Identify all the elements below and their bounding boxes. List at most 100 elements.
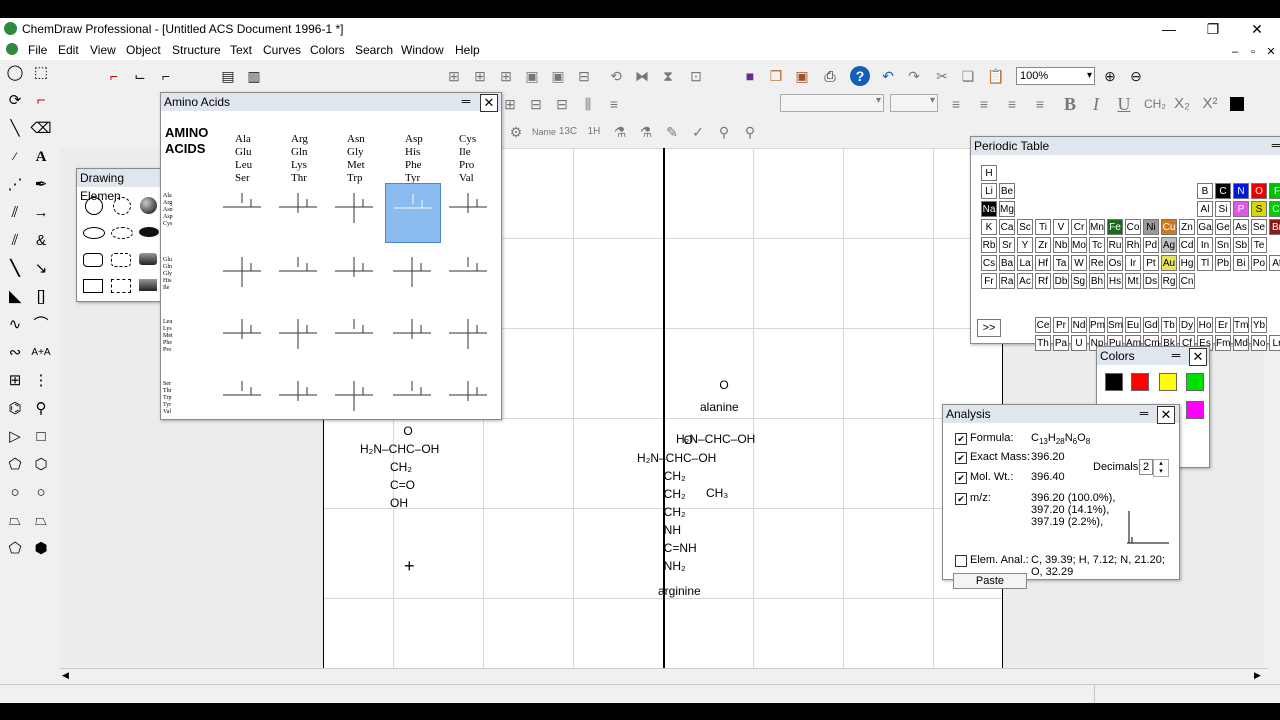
element-co[interactable]: Co bbox=[1125, 219, 1141, 235]
amino-acids-title[interactable]: Amino Acids bbox=[161, 93, 501, 111]
reaction-icon[interactable]: ⚗ bbox=[610, 122, 630, 142]
element-tm[interactable]: Tm bbox=[1233, 317, 1249, 333]
element-n[interactable]: N bbox=[1233, 183, 1249, 199]
element-cd[interactable]: Cd bbox=[1179, 237, 1195, 253]
element-cu[interactable]: Cu bbox=[1161, 219, 1177, 235]
element-ra[interactable]: Ra bbox=[999, 273, 1015, 289]
print-icon[interactable]: ⎙ bbox=[820, 66, 840, 86]
panel-menu-icon[interactable]: ═ bbox=[1135, 406, 1153, 422]
arc-icon[interactable]: ⌒ bbox=[30, 314, 52, 336]
element-c[interactable]: C bbox=[1215, 183, 1231, 199]
element-db[interactable]: Db bbox=[1053, 273, 1069, 289]
bond-multiple-icon[interactable]: ⁄ bbox=[4, 146, 26, 168]
element-in[interactable]: In bbox=[1197, 237, 1213, 253]
shaded-rectangle-icon[interactable] bbox=[139, 279, 157, 291]
amino-acid-template-cell[interactable] bbox=[271, 247, 325, 305]
amino-acid-template-cell[interactable] bbox=[441, 309, 495, 367]
text-align-center-icon[interactable]: ≡ bbox=[974, 94, 994, 114]
template-chain2-icon[interactable]: ⌙ bbox=[130, 66, 150, 86]
table-icon[interactable]: ▥ bbox=[244, 66, 264, 86]
group-icon[interactable]: ▣ bbox=[522, 66, 542, 86]
save-icon[interactable]: ▣ bbox=[792, 66, 812, 86]
element-ge[interactable]: Ge bbox=[1215, 219, 1231, 235]
element-li[interactable]: Li bbox=[981, 183, 997, 199]
rectangle-shape-icon[interactable] bbox=[83, 279, 103, 293]
element-tl[interactable]: Tl bbox=[1197, 255, 1213, 271]
amino-acid-structure[interactable]: O H₂N–CHC–OH CH₂ C=O OH bbox=[360, 422, 439, 512]
element-sc[interactable]: Sc bbox=[1017, 219, 1033, 235]
zoom-out-icon[interactable]: ⊖ bbox=[1126, 66, 1146, 86]
menu-file[interactable]: File bbox=[28, 43, 47, 57]
distribute-icon[interactable]: ⊟ bbox=[526, 94, 546, 114]
menu-help[interactable]: Help bbox=[455, 43, 480, 57]
element-s[interactable]: S bbox=[1251, 201, 1267, 217]
square-icon[interactable]: □ bbox=[30, 426, 52, 448]
element-ru[interactable]: Ru bbox=[1107, 237, 1123, 253]
elem-anal-checkbox[interactable] bbox=[955, 555, 967, 567]
panel-menu-icon[interactable]: ═ bbox=[1267, 138, 1280, 154]
element-f[interactable]: F bbox=[1269, 183, 1280, 199]
element-cr[interactable]: Cr bbox=[1071, 219, 1087, 235]
element-be[interactable]: Be bbox=[999, 183, 1015, 199]
join-icon[interactable]: ⊟ bbox=[574, 66, 594, 86]
decimals-spinner[interactable]: ▴ ▾ bbox=[1153, 459, 1169, 477]
amino-acid-template-cell[interactable] bbox=[271, 371, 325, 429]
shaded-circle-icon[interactable] bbox=[140, 197, 157, 214]
rounded-rect-icon[interactable] bbox=[83, 253, 103, 267]
bond-tool-icon[interactable]: ╲ bbox=[4, 118, 26, 140]
element-pr[interactable]: Pr bbox=[1053, 317, 1069, 333]
element-pt[interactable]: Pt bbox=[1143, 255, 1159, 271]
ph-icon[interactable]: ⚲ bbox=[714, 122, 734, 142]
element-sg[interactable]: Sg bbox=[1071, 273, 1087, 289]
marquee-icon[interactable]: ⬚ bbox=[30, 62, 52, 84]
amino-acid-template-cell[interactable] bbox=[327, 371, 381, 429]
arginine-label[interactable]: arginine bbox=[658, 584, 701, 598]
doc-icon[interactable] bbox=[6, 43, 18, 55]
ellipse-shape-icon[interactable] bbox=[83, 227, 105, 239]
flip-horizontal-icon[interactable]: ⧓ bbox=[632, 66, 652, 86]
align-right-icon[interactable]: ⊞ bbox=[496, 66, 516, 86]
redo-icon[interactable]: ↷ bbox=[904, 66, 924, 86]
formula-checkbox[interactable]: ✔ bbox=[955, 433, 967, 445]
chair-icon[interactable]: ⏢ bbox=[4, 510, 26, 532]
text-align-right-icon[interactable]: ≡ bbox=[1002, 94, 1022, 114]
rotate-tool-icon[interactable]: ⟳ bbox=[4, 90, 26, 112]
alanine-label[interactable]: alanine bbox=[700, 400, 739, 414]
flip-vertical-icon[interactable]: ⧗ bbox=[658, 66, 678, 86]
amino-acid-template-cell[interactable] bbox=[385, 183, 441, 243]
element-ba[interactable]: Ba bbox=[999, 255, 1015, 271]
element-na[interactable]: Na bbox=[981, 201, 997, 217]
element-hs[interactable]: Hs bbox=[1107, 273, 1123, 289]
element-se[interactable]: Se bbox=[1251, 219, 1267, 235]
amino-acid-template-cell[interactable] bbox=[327, 247, 381, 305]
superscript-button[interactable]: X² bbox=[1200, 94, 1220, 114]
cut-icon[interactable]: ✂ bbox=[932, 66, 952, 86]
element-ga[interactable]: Ga bbox=[1197, 219, 1213, 235]
color-swatch-green[interactable] bbox=[1186, 373, 1204, 391]
query-icon[interactable]: ⌬ bbox=[4, 398, 26, 420]
arginine-structure[interactable]: O H₂N–CHC–OH CH₂ CH₂ CH₂ NH C=NH NH₂ bbox=[637, 431, 716, 575]
menu-text[interactable]: Text bbox=[230, 43, 252, 57]
text-tool-icon[interactable]: A bbox=[30, 146, 52, 168]
dashed-rounded-rect-icon[interactable] bbox=[111, 253, 131, 267]
italic-button[interactable]: I bbox=[1086, 94, 1106, 114]
amino-acid-template-cell[interactable] bbox=[215, 371, 269, 429]
open-icon[interactable]: ❐ bbox=[766, 66, 786, 86]
element-rh[interactable]: Rh bbox=[1125, 237, 1141, 253]
amino-acid-template-cell[interactable] bbox=[215, 309, 269, 367]
amino-acid-template-cell[interactable] bbox=[385, 371, 439, 429]
element-y[interactable]: Y bbox=[1017, 237, 1033, 253]
amino-acid-template-cell[interactable] bbox=[215, 247, 269, 305]
vertical-scrollbar[interactable] bbox=[1264, 348, 1280, 668]
element-md[interactable]: Md bbox=[1233, 335, 1249, 351]
underline-button[interactable]: U bbox=[1114, 94, 1134, 114]
element-b[interactable]: B bbox=[1197, 183, 1213, 199]
tlc-icon[interactable]: ⋮ bbox=[30, 370, 52, 392]
scale-icon[interactable]: ⊡ bbox=[686, 66, 706, 86]
element-sm[interactable]: Sm bbox=[1107, 317, 1123, 333]
menu-object[interactable]: Object bbox=[126, 43, 161, 57]
element-ds[interactable]: Ds bbox=[1143, 273, 1159, 289]
element-tc[interactable]: Tc bbox=[1089, 237, 1105, 253]
curve-tool-icon[interactable]: ∾ bbox=[4, 342, 26, 364]
menu-view[interactable]: View bbox=[90, 43, 116, 57]
